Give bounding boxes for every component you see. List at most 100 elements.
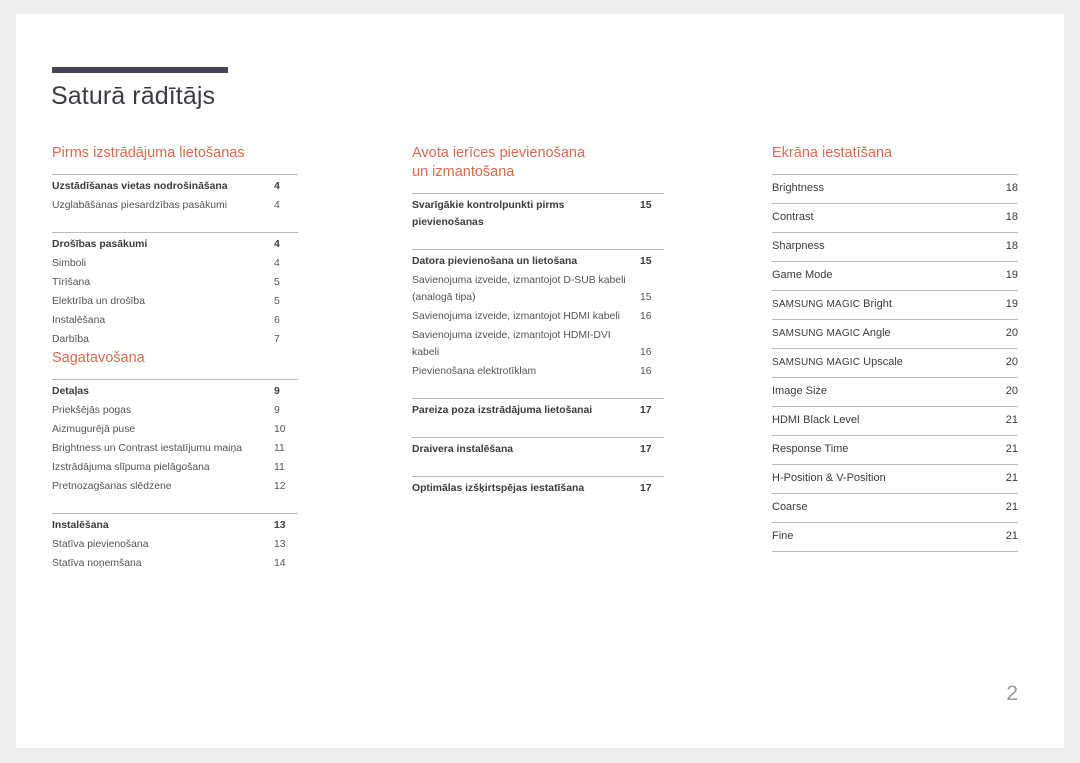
toc-entry-heading[interactable]: Optimālas izšķirtspējas iestatīšana 17 <box>412 479 664 498</box>
toc-entry-page: 14 <box>274 558 286 569</box>
toc-entry[interactable]: Simboli 4 <box>52 254 298 273</box>
toc-entry-heading[interactable]: Svarīgākie kontrolpunkti pirms pievienoš… <box>412 196 664 232</box>
toc-entry[interactable]: Image Size 20 <box>772 377 1018 406</box>
toc-entry[interactable]: Elektrība un drošība 5 <box>52 292 298 311</box>
toc-entry-page: 18 <box>1005 182 1018 194</box>
toc-entry[interactable]: Priekšējās pogas 9 <box>52 401 298 420</box>
toc-entry-label: Instalēšana <box>52 315 106 326</box>
toc-entry-label: Pareiza poza izstrādājuma lietošanai <box>412 405 593 416</box>
toc-entry-heading[interactable]: Uzstādīšanas vietas nodrošināšana 4 <box>52 177 298 196</box>
toc-entry-label-suffix: Bright <box>860 298 892 310</box>
toc-entry-label-brand: SAMSUNG MAGIC <box>772 299 861 310</box>
toc-entry-label: Elektrība un drošība <box>52 296 145 307</box>
toc-entry[interactable]: Coarse 21 <box>772 493 1018 522</box>
toc-entry[interactable]: Pievienošana elektrotīklam 16 <box>412 362 664 381</box>
toc-entry-label: HDMI Black Level <box>772 414 860 426</box>
toc-entry-page: 5 <box>274 296 280 307</box>
toc-entry[interactable]: Sharpness 18 <box>772 232 1018 261</box>
group-divider <box>52 379 298 380</box>
toc-entry-page: 17 <box>640 444 652 455</box>
toc-entry-heading[interactable]: Pareiza poza izstrādājuma lietošanai 17 <box>412 401 664 420</box>
toc-entry[interactable]: Pretnozagšanas slēdzene 12 <box>52 477 298 496</box>
toc-entry-page: 21 <box>1005 530 1018 542</box>
toc-entry[interactable]: Savienojuma izveide, izmantojot HDMI kab… <box>412 307 664 326</box>
toc-entry[interactable]: Instalēšana 6 <box>52 311 298 330</box>
document-page: Saturā rādītājs Pirms izstrādājuma lieto… <box>16 14 1064 748</box>
toc-column-2: Avota ierīces pievienošana un izmantošan… <box>412 144 664 498</box>
toc-entry[interactable]: Contrast 18 <box>772 203 1018 232</box>
toc-entry[interactable]: Brightness 18 <box>772 174 1018 203</box>
toc-entry-label: Coarse <box>772 501 808 513</box>
toc-entry[interactable]: HDMI Black Level 21 <box>772 406 1018 435</box>
group-divider <box>412 437 664 438</box>
toc-entry-page: 19 <box>1005 298 1018 310</box>
toc-group: Uzstādīšanas vietas nodrošināšana 4 Uzglab… <box>52 174 298 215</box>
group-divider <box>412 249 664 250</box>
toc-entry[interactable]: Response Time 21 <box>772 435 1018 464</box>
toc-entry-label: SAMSUNG MAGIC Angle <box>772 326 891 341</box>
group-divider <box>52 232 298 233</box>
toc-entry[interactable]: H-Position & V-Position 21 <box>772 464 1018 493</box>
toc-entry[interactable]: Savienojuma izveide, izmantojot D-SUB ka… <box>412 271 664 307</box>
toc-entry-page: 12 <box>274 481 286 492</box>
toc-entry-page: 6 <box>274 315 280 326</box>
toc-entry-page: 4 <box>274 239 280 250</box>
toc-entry[interactable]: Statīva noņemšana 14 <box>52 554 298 573</box>
toc-entry[interactable]: SAMSUNG MAGIC Bright 19 <box>772 290 1018 319</box>
toc-entry-label: SAMSUNG MAGIC Bright <box>772 297 892 312</box>
toc-entry-page: 18 <box>1005 240 1018 252</box>
toc-group: Datora pievienošana un lietošana 15 Savien… <box>412 249 664 381</box>
toc-entry[interactable]: SAMSUNG MAGIC Upscale 20 <box>772 348 1018 377</box>
toc-entry-label: Izstrādājuma slīpuma pielāgošana <box>52 462 210 473</box>
toc-entry-label: Game Mode <box>772 269 833 281</box>
toc-entry-page: 9 <box>274 405 280 416</box>
toc-entry[interactable]: Statīva pievienošana 13 <box>52 535 298 554</box>
toc-entry-label: Brightness un Contrast iestatījumu maiņa <box>52 443 243 454</box>
toc-entry-page: 4 <box>274 258 280 269</box>
toc-entry-label: Image Size <box>772 385 828 397</box>
toc-entry[interactable]: Tīrīšana 5 <box>52 273 298 292</box>
group-divider <box>412 476 664 477</box>
toc-entry-label: SAMSUNG MAGIC Upscale <box>772 355 903 370</box>
toc-group: Drošības pasākumi 4 Simboli 4 Tīrīšana 5 Elekt… <box>52 232 298 349</box>
toc-entry-page: 21 <box>1005 501 1018 513</box>
toc-entry-page: 7 <box>274 334 280 345</box>
toc-entry-label: Pievienošana elektrotīklam <box>412 366 537 377</box>
toc-entry[interactable]: Savienojuma izveide, izmantojot HDMI-DVI… <box>412 326 664 362</box>
toc-entry-label-brand: SAMSUNG MAGIC <box>772 328 861 339</box>
toc-entry-page: 4 <box>274 200 280 211</box>
toc-entry[interactable]: SAMSUNG MAGIC Angle 20 <box>772 319 1018 348</box>
toc-entry[interactable]: Aizmugurējā puse 10 <box>52 420 298 439</box>
toc-entry[interactable]: Izstrādājuma slīpuma pielāgošana 11 <box>52 458 298 477</box>
toc-entry-label: Darbība <box>52 334 89 345</box>
toc-group: Detaļas 9 Priekšējās pogas 9 Aizmugurējā pus… <box>52 379 298 496</box>
toc-entry-label: Brightness <box>772 182 824 194</box>
toc-entry-heading[interactable]: Draivera instalēšana 17 <box>412 440 664 459</box>
toc-entry-heading[interactable]: Drošības pasākumi 4 <box>52 235 298 254</box>
group-divider <box>412 193 664 194</box>
toc-entry-heading[interactable]: Detaļas 9 <box>52 382 298 401</box>
toc-entry-label: Savienojuma izveide, izmantojot D-SUB ka… <box>412 275 626 303</box>
toc-entry-page: 9 <box>274 386 280 397</box>
toc-entry-page: 21 <box>1005 443 1018 455</box>
toc-entry[interactable]: Darbība 7 <box>52 330 298 349</box>
toc-entry[interactable]: Game Mode 19 <box>772 261 1018 290</box>
toc-entry-heading[interactable]: Instalēšana 13 <box>52 516 298 535</box>
toc-entry-label: Sharpness <box>772 240 825 252</box>
toc-entry-label-suffix: Angle <box>860 327 891 339</box>
toc-entry-heading[interactable]: Datora pievienošana un lietošana 15 <box>412 252 664 271</box>
toc-entry[interactable]: Uzglabāšanas piesardzības pasākumi 4 <box>52 196 298 215</box>
toc-entry-label: Savienojuma izveide, izmantojot HDMI-DVI… <box>412 330 611 358</box>
toc-entry-label: H-Position & V-Position <box>772 472 886 484</box>
toc-entry-label: Simboli <box>52 258 87 269</box>
toc-entry-page: 16 <box>640 347 652 358</box>
toc-entry-page: 13 <box>274 539 286 550</box>
toc-entry[interactable]: Fine 21 <box>772 522 1018 552</box>
toc-entry-page: 4 <box>274 181 280 192</box>
toc-entry-page: 13 <box>274 520 286 531</box>
toc-entry[interactable]: Brightness un Contrast iestatījumu maiņa… <box>52 439 298 458</box>
toc-entry-page: 17 <box>640 405 652 416</box>
toc-entry-label: Savienojuma izveide, izmantojot HDMI kab… <box>412 311 620 322</box>
toc-section-heading: Avota ierīces pievienošana un izmantošan… <box>412 145 586 180</box>
toc-entry-page: 15 <box>640 200 652 211</box>
